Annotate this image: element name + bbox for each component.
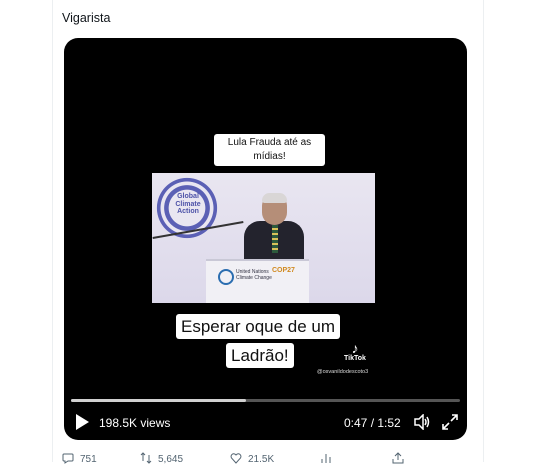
un-logo-icon xyxy=(218,269,234,285)
caption-top: Lula Frauda até as mídias! xyxy=(214,134,325,166)
tiktok-watermark: ♪ TikTok xyxy=(344,341,366,362)
tweet-actions: 751 5,645 21.5K xyxy=(62,452,472,466)
cop27-badge: COP27 xyxy=(272,267,295,274)
logo-text: Global Climate Action xyxy=(175,193,201,215)
retweet-icon xyxy=(140,452,152,464)
tiktok-username: @osvanildodescoto3 xyxy=(317,369,369,375)
retweet-button[interactable]: 5,645 xyxy=(140,452,183,465)
like-button[interactable]: 21.5K xyxy=(230,452,274,465)
podium-text: United Nations Climate Change xyxy=(236,269,272,281)
progress-fill xyxy=(71,399,247,402)
speaker-tie xyxy=(272,225,278,253)
tiktok-icon: ♪ xyxy=(351,340,359,356)
reply-button[interactable]: 751 xyxy=(62,452,97,465)
reply-icon xyxy=(62,453,74,464)
video-player[interactable]: Lula Frauda até as mídias! Global Climat… xyxy=(64,38,467,440)
speaker-hair xyxy=(262,193,287,203)
like-icon xyxy=(230,453,242,464)
video-frame: Global Climate Action United Nations Cli… xyxy=(152,173,375,303)
view-count: 198.5K views xyxy=(99,416,171,430)
share-icon xyxy=(392,452,404,464)
caption-bottom-line2: Ladrão! xyxy=(226,343,294,368)
progress-bar[interactable] xyxy=(71,399,460,402)
analytics-icon xyxy=(321,454,331,463)
time-display: 0:47 / 1:52 xyxy=(344,416,401,430)
tiktok-label: TikTok xyxy=(344,355,366,362)
fullscreen-icon[interactable] xyxy=(442,414,458,430)
volume-icon[interactable] xyxy=(414,414,430,430)
podium: United Nations Climate Change COP27 xyxy=(206,259,309,303)
tweet-text: Vigarista xyxy=(62,11,111,25)
share-button[interactable] xyxy=(392,452,410,465)
analytics-button[interactable] xyxy=(320,452,338,465)
caption-bottom-line1: Esperar oque de um xyxy=(176,314,341,339)
play-icon[interactable] xyxy=(75,414,89,430)
